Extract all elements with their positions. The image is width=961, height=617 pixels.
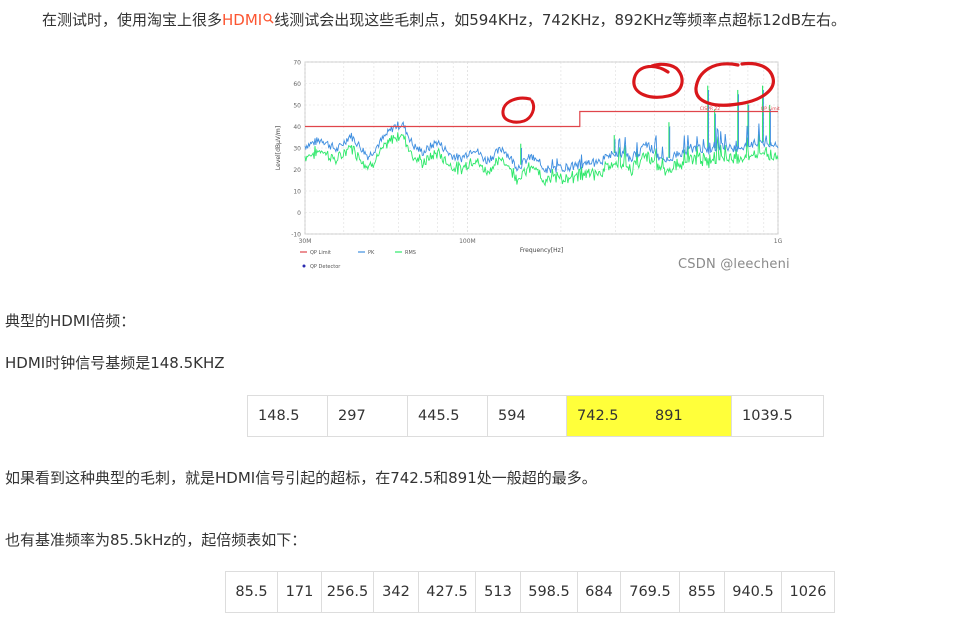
emi-spectrum-figure: -10 0 10 20 30 40 50 60 70 30M 100M 1G Frequency[Hz]… (268, 46, 796, 278)
table-row: 85.5 171 256.5 342 427.5 513 598.5 684 769.5 855 9… (225, 571, 835, 613)
table-cell: 594 (487, 395, 567, 437)
y-tick-label: 40 (293, 124, 301, 131)
hdmi-link-text: HDMI (222, 11, 263, 29)
y-tick-label: 70 (293, 60, 301, 67)
table-cell: 171 (277, 571, 322, 613)
limit-label-cispr: CISPR 22 (700, 106, 720, 112)
legend-label: QP Limit (310, 250, 331, 256)
x-axis-label: Frequency[Hz] (520, 247, 563, 254)
intro-text-before: 在测试时，使用淘宝上很多 (42, 11, 223, 29)
y-tick-label: 60 (293, 81, 301, 88)
table-cell: 742.5 (566, 395, 645, 437)
table-cell: 598.5 (520, 571, 578, 613)
x-tick-label: 1G (774, 238, 783, 245)
table-cell: 297 (327, 395, 408, 437)
table-cell: 1026 (781, 571, 835, 613)
table-cell: 855 (679, 571, 725, 613)
base855-paragraph: 也有基准频率为85.5kHz的，起倍频表如下： (5, 531, 307, 549)
legend-label: QP Detector (310, 264, 341, 270)
table-cell: 684 (577, 571, 621, 613)
hdmi-clock-paragraph: HDMI时钟信号基频是148.5KHZ (5, 354, 225, 372)
x-tick-label: 30M (299, 238, 312, 245)
emi-spectrum-chart: -1001020304050607030M 100M 1GFrequency[Hz]… (275, 60, 783, 271)
typical-hdmi-heading: 典型的HDMI倍频： (5, 312, 136, 330)
table-cell: 445.5 (407, 395, 488, 437)
table-cell: 342 (373, 571, 419, 613)
y-tick-label: 50 (293, 103, 301, 110)
y-tick-label: 20 (293, 167, 301, 174)
conclusion-paragraph: 如果看到这种典型的毛刺，就是HDMI信号引起的超标，在742.5和891处一般超… (5, 469, 597, 487)
intro-text-after: 线测试会出现这些毛刺点，如594KHz，742KHz，892KHz等频率点超标1… (274, 11, 846, 29)
table-cell: 513 (475, 571, 521, 613)
limit-label-qp: QP Limit (761, 106, 780, 112)
table-cell: 427.5 (418, 571, 476, 613)
harmonic-855-table: 85.5 171 256.5 342 427.5 513 598.5 684 769.5 855 9… (225, 571, 835, 613)
y-axis-label: Level[dBμV/m] (275, 126, 282, 170)
table-cell: 769.5 (620, 571, 680, 613)
y-tick-label: 0 (297, 210, 301, 217)
csdn-watermark: CSDN @leecheni (678, 257, 790, 272)
hdmi-search-link[interactable]: HDMI (222, 11, 274, 29)
y-tick-label: 10 (293, 189, 301, 196)
y-tick-label: 30 (293, 146, 301, 153)
legend-label: RMS (405, 250, 416, 256)
hdmi-harmonic-table: 148.5 297 445.5 594 742.5 891 1039.5 (247, 395, 824, 437)
table-cell: 1039.5 (731, 395, 824, 437)
intro-paragraph: 在测试时，使用淘宝上很多HDMI 线测试会出现这些毛刺点，如594KHz，742K… (42, 9, 846, 30)
table-cell: 940.5 (724, 571, 782, 613)
table-row: 148.5 297 445.5 594 742.5 891 1039.5 (247, 395, 824, 437)
table-cell: 891 (645, 395, 732, 437)
x-tick-label: 100M (459, 238, 476, 245)
table-cell: 85.5 (225, 571, 278, 613)
table-cell: 256.5 (321, 571, 374, 613)
legend-swatch (302, 264, 306, 268)
table-cell: 148.5 (247, 395, 328, 437)
search-icon (263, 9, 274, 24)
legend-label: PK (368, 250, 375, 256)
